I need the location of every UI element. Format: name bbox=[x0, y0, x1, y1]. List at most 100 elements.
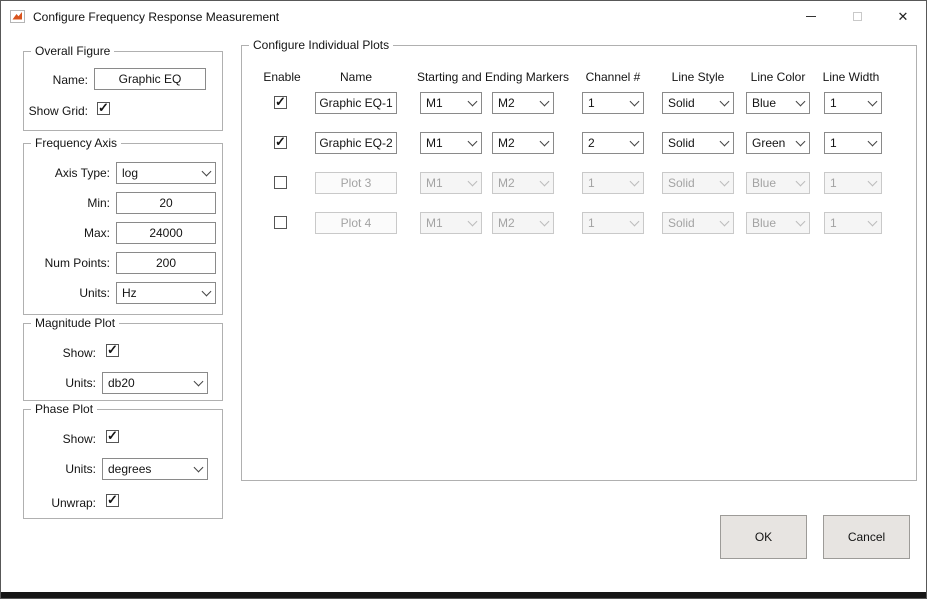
chevron-down-icon bbox=[716, 101, 733, 105]
plot4-name-field bbox=[315, 212, 397, 234]
figure-name-field[interactable] bbox=[94, 68, 206, 90]
chevron-down-icon bbox=[792, 181, 809, 185]
axis-type-dropdown[interactable]: log bbox=[116, 162, 216, 184]
plot1-line-color-dropdown[interactable]: Blue bbox=[746, 92, 810, 114]
close-button[interactable]: ✕ bbox=[880, 1, 926, 32]
plot4-line-style-value: Solid bbox=[663, 216, 716, 230]
chevron-down-icon bbox=[716, 141, 733, 145]
plot4-start-marker-value: M1 bbox=[421, 216, 464, 230]
individual-plots-group: Configure Individual Plots Enable Name S… bbox=[241, 45, 917, 481]
magnitude-units-dropdown[interactable]: db20 bbox=[102, 372, 208, 394]
plot2-enable-checkbox[interactable] bbox=[274, 136, 287, 149]
axis-type-value: log bbox=[117, 166, 198, 180]
plot2-line-width-value: 1 bbox=[825, 136, 864, 150]
chevron-down-icon bbox=[536, 101, 553, 105]
header-name: Name bbox=[315, 70, 397, 84]
matlab-icon bbox=[10, 10, 25, 23]
header-line-width: Line Width bbox=[820, 70, 882, 84]
num-points-label: Num Points: bbox=[24, 255, 110, 271]
chevron-down-icon bbox=[198, 171, 215, 175]
maximize-icon bbox=[853, 12, 862, 21]
plot3-enable-checkbox[interactable] bbox=[274, 176, 287, 189]
frequency-axis-group: Frequency Axis Axis Type: log Min: Max: … bbox=[23, 143, 223, 315]
plot1-end-marker-dropdown[interactable]: M2 bbox=[492, 92, 554, 114]
plot2-line-color-dropdown[interactable]: Green bbox=[746, 132, 810, 154]
chevron-down-icon bbox=[864, 221, 881, 225]
header-line-color: Line Color bbox=[746, 70, 810, 84]
chevron-down-icon bbox=[190, 467, 207, 471]
cancel-button-label: Cancel bbox=[848, 530, 885, 544]
show-grid-checkbox[interactable] bbox=[97, 102, 110, 115]
plot2-line-width-dropdown[interactable]: 1 bbox=[824, 132, 882, 154]
plot1-enable-checkbox[interactable] bbox=[274, 96, 287, 109]
chevron-down-icon bbox=[626, 221, 643, 225]
chevron-down-icon bbox=[792, 141, 809, 145]
plot1-channel-dropdown[interactable]: 1 bbox=[582, 92, 644, 114]
plot3-channel-dropdown: 1 bbox=[582, 172, 644, 194]
magnitude-show-checkbox[interactable] bbox=[106, 344, 119, 357]
phase-show-label: Show: bbox=[24, 431, 96, 447]
plot4-line-style-dropdown: Solid bbox=[662, 212, 734, 234]
min-label: Min: bbox=[24, 195, 110, 211]
plot4-end-marker-value: M2 bbox=[493, 216, 536, 230]
plot4-enable-checkbox[interactable] bbox=[274, 216, 287, 229]
unwrap-checkbox[interactable] bbox=[106, 494, 119, 507]
plot-row-2: M1 M2 2 Solid Green 1 bbox=[242, 132, 916, 154]
plot1-channel-value: 1 bbox=[583, 96, 626, 110]
minimize-button[interactable] bbox=[788, 1, 834, 32]
show-grid-label: Show Grid: bbox=[24, 103, 88, 119]
plot2-line-color-value: Green bbox=[747, 136, 792, 150]
cancel-button[interactable]: Cancel bbox=[823, 515, 910, 559]
magnitude-plot-group: Magnitude Plot Show: Units: db20 bbox=[23, 323, 223, 401]
min-field[interactable] bbox=[116, 192, 216, 214]
freq-units-dropdown[interactable]: Hz bbox=[116, 282, 216, 304]
plot2-name-field[interactable] bbox=[315, 132, 397, 154]
plot3-line-color-dropdown: Blue bbox=[746, 172, 810, 194]
plot-row-4: M1 M2 1 Solid Blue 1 bbox=[242, 212, 916, 234]
chevron-down-icon bbox=[792, 101, 809, 105]
plot2-line-style-dropdown[interactable]: Solid bbox=[662, 132, 734, 154]
plot1-line-color-value: Blue bbox=[747, 96, 792, 110]
plot1-line-width-value: 1 bbox=[825, 96, 864, 110]
individual-plots-title: Configure Individual Plots bbox=[249, 38, 393, 52]
ok-button-label: OK bbox=[755, 530, 772, 544]
maximize-button bbox=[834, 1, 880, 32]
plot2-start-marker-dropdown[interactable]: M1 bbox=[420, 132, 482, 154]
plot3-line-style-dropdown: Solid bbox=[662, 172, 734, 194]
plot1-start-marker-dropdown[interactable]: M1 bbox=[420, 92, 482, 114]
magnitude-show-label: Show: bbox=[24, 345, 96, 361]
chevron-down-icon bbox=[198, 291, 215, 295]
phase-show-checkbox[interactable] bbox=[106, 430, 119, 443]
chevron-down-icon bbox=[464, 181, 481, 185]
num-points-field[interactable] bbox=[116, 252, 216, 274]
plot3-line-style-value: Solid bbox=[663, 176, 716, 190]
plot4-line-width-value: 1 bbox=[825, 216, 864, 230]
header-channel: Channel # bbox=[582, 70, 644, 84]
plot1-name-field[interactable] bbox=[315, 92, 397, 114]
plot4-end-marker-dropdown: M2 bbox=[492, 212, 554, 234]
chevron-down-icon bbox=[626, 141, 643, 145]
chevron-down-icon bbox=[190, 381, 207, 385]
plot1-line-width-dropdown[interactable]: 1 bbox=[824, 92, 882, 114]
unwrap-label: Unwrap: bbox=[24, 495, 96, 511]
header-enable: Enable bbox=[256, 70, 308, 84]
phase-units-dropdown[interactable]: degrees bbox=[102, 458, 208, 480]
magnitude-units-label: Units: bbox=[24, 375, 96, 391]
chevron-down-icon bbox=[536, 221, 553, 225]
chevron-down-icon bbox=[536, 181, 553, 185]
chevron-down-icon bbox=[464, 101, 481, 105]
plot1-line-style-dropdown[interactable]: Solid bbox=[662, 92, 734, 114]
title-bar: Configure Frequency Response Measurement… bbox=[1, 1, 926, 32]
plot4-line-color-value: Blue bbox=[747, 216, 792, 230]
window-controls: ✕ bbox=[788, 1, 926, 32]
plot2-end-marker-dropdown[interactable]: M2 bbox=[492, 132, 554, 154]
ok-button[interactable]: OK bbox=[720, 515, 807, 559]
chevron-down-icon bbox=[864, 181, 881, 185]
plot2-channel-dropdown[interactable]: 2 bbox=[582, 132, 644, 154]
magnitude-units-value: db20 bbox=[103, 376, 190, 390]
frequency-axis-title: Frequency Axis bbox=[31, 136, 121, 150]
freq-units-value: Hz bbox=[117, 286, 198, 300]
max-field[interactable] bbox=[116, 222, 216, 244]
plot2-line-style-value: Solid bbox=[663, 136, 716, 150]
plot4-channel-dropdown: 1 bbox=[582, 212, 644, 234]
